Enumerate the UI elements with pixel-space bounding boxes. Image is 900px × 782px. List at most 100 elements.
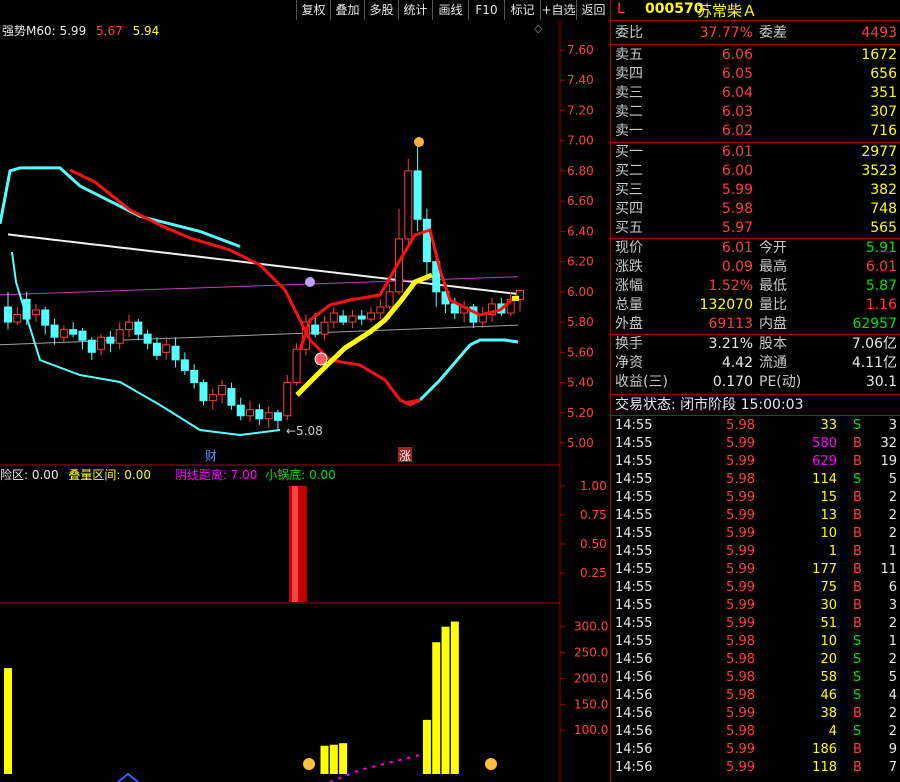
quote-row: 总量 132070 量比 1.16	[613, 296, 899, 315]
tick-row: 14:55 5.99 10 B 2	[613, 525, 899, 543]
quote-value-2: 62957	[852, 316, 897, 332]
ball-icon	[314, 352, 328, 366]
toolbar-button-7[interactable]: +自选	[540, 0, 576, 20]
trend-cyan-top	[0, 166, 241, 248]
tick-volume: 20	[820, 652, 837, 667]
tick-count: 5	[888, 472, 897, 487]
tick-row: 14:55 5.99 629 B 19	[613, 453, 899, 471]
candle-body	[320, 321, 329, 335]
candle-body	[385, 291, 394, 308]
ask-label: 卖四	[615, 66, 643, 82]
tick-time: 14:55	[615, 580, 653, 595]
tick-price: 5.99	[726, 706, 755, 721]
candle-body	[283, 382, 292, 417]
tick-row: 14:55 5.98 33 S 3	[613, 417, 899, 435]
tick-side: B	[853, 580, 862, 595]
toolbar-button-1[interactable]: 叠加	[330, 0, 364, 20]
tick-count: 32	[880, 436, 897, 451]
ask-volume: 307	[870, 104, 897, 120]
tick-price: 5.99	[726, 760, 755, 775]
trend-red-line	[69, 168, 421, 407]
money-bag-icon-1	[303, 758, 315, 770]
tick-row: 14:55 5.98 10 S 1	[613, 633, 899, 651]
tick-price: 5.98	[726, 652, 755, 667]
ask-label: 卖三	[615, 85, 643, 101]
tick-row: 14:56 5.98 46 S 4	[613, 687, 899, 705]
tick-count: 2	[888, 724, 897, 739]
weicha-label: 委差	[759, 25, 787, 41]
quote-value-2: 5.91	[865, 240, 897, 256]
volume-blue-tick	[117, 772, 139, 782]
tick-price: 5.99	[726, 580, 755, 595]
tick-time: 14:56	[615, 742, 653, 757]
tick-price: 5.99	[726, 526, 755, 541]
tick-count: 2	[888, 616, 897, 631]
candle-body	[180, 359, 189, 371]
tick-side: B	[853, 508, 862, 523]
tick-time: 14:55	[615, 634, 653, 649]
tick-row: 14:55 5.99 1 B 1	[613, 543, 899, 561]
toolbar-button-3[interactable]: 统计	[398, 0, 432, 20]
legend-stack-vol: 叠量区间: 0.00	[68, 468, 151, 482]
stock-name: 苏常柴Ａ	[697, 2, 758, 20]
cai-label: 财	[205, 449, 217, 463]
tick-price: 5.99	[726, 742, 755, 757]
candle-body	[357, 315, 366, 320]
toolbar-button-5[interactable]: F10	[468, 0, 504, 20]
fund-label-1: 收益(三)	[615, 374, 668, 390]
bid-label: 买五	[615, 220, 643, 236]
tick-volume: 51	[820, 616, 837, 631]
toolbar-button-4[interactable]: 画线	[432, 0, 468, 20]
tick-volume: 58	[820, 670, 837, 685]
volume-bar	[329, 744, 338, 774]
price-axis-label: 6.00	[567, 285, 594, 299]
candle-body	[31, 309, 40, 316]
fundamental-row: 换手 3.21% 股本 7.06亿	[613, 335, 899, 354]
tick-row: 14:55 5.99 13 B 2	[613, 507, 899, 525]
legend-v2: 5.67	[96, 24, 123, 38]
toolbar-button-8[interactable]: 返回	[576, 0, 610, 20]
bid-price: 6.00	[721, 163, 753, 179]
tick-price: 5.98	[726, 418, 755, 433]
candle-body	[69, 329, 78, 335]
vol-axis-label: 250.0	[574, 646, 608, 660]
tick-time: 14:55	[615, 490, 653, 505]
ask-volume: 1672	[861, 47, 897, 63]
mid-axis-label: 0.25	[580, 566, 607, 580]
legend-pot-bottom: 小锅底: 0.00	[265, 468, 336, 482]
toolbar-button-6[interactable]: 标记	[504, 0, 540, 20]
kline-chart-area[interactable]: ◇ 7.60 7.40 7.20 7.00 6.80 6.60 6.40 6.20 6.00 5.8…	[0, 20, 610, 782]
vol-axis-label: 200.0	[574, 671, 608, 685]
tick-volume: 629	[812, 454, 837, 469]
tick-volume: 38	[820, 706, 837, 721]
price-axis-label: 5.00	[567, 436, 594, 450]
quote-label-1: 总量	[615, 297, 643, 313]
toolbar-button-2[interactable]: 多股	[364, 0, 398, 20]
price-axis-label: 7.60	[567, 43, 594, 57]
quote-label-2: 内盘	[759, 316, 787, 332]
tick-time: 14:55	[615, 436, 653, 451]
tick-price: 5.98	[726, 688, 755, 703]
stock-code: 000570	[645, 1, 704, 17]
tick-side: S	[853, 472, 862, 487]
tick-volume: 118	[812, 760, 837, 775]
ask-volume: 351	[870, 85, 897, 101]
fund-value-2: 30.1	[865, 374, 897, 390]
toolbar-button-0[interactable]: 复权	[296, 0, 330, 20]
main-legend: 强势M60: 5.99 5.67 5.94	[2, 22, 159, 39]
tick-row: 14:56 5.99 118 B 7	[613, 759, 899, 777]
stock-flag: L	[617, 1, 625, 17]
ask-price: 6.03	[721, 104, 753, 120]
tick-count: 19	[880, 454, 897, 469]
tick-side: S	[853, 418, 862, 433]
tick-count: 3	[888, 418, 897, 433]
kline-chart[interactable]: ◇ 7.60 7.40 7.20 7.00 6.80 6.60 6.40 6.20 6.00 5.8…	[0, 20, 610, 782]
quote-row: 现价 6.01 今开 5.91	[613, 239, 899, 258]
candle-body	[376, 306, 385, 314]
tick-price: 5.99	[726, 508, 755, 523]
vol-axis-label: 150.0	[574, 697, 608, 711]
tick-time: 14:56	[615, 670, 653, 685]
tick-side: B	[853, 562, 862, 577]
ask-row: 卖二 6.03 307	[613, 103, 899, 122]
tick-price: 5.99	[726, 490, 755, 505]
